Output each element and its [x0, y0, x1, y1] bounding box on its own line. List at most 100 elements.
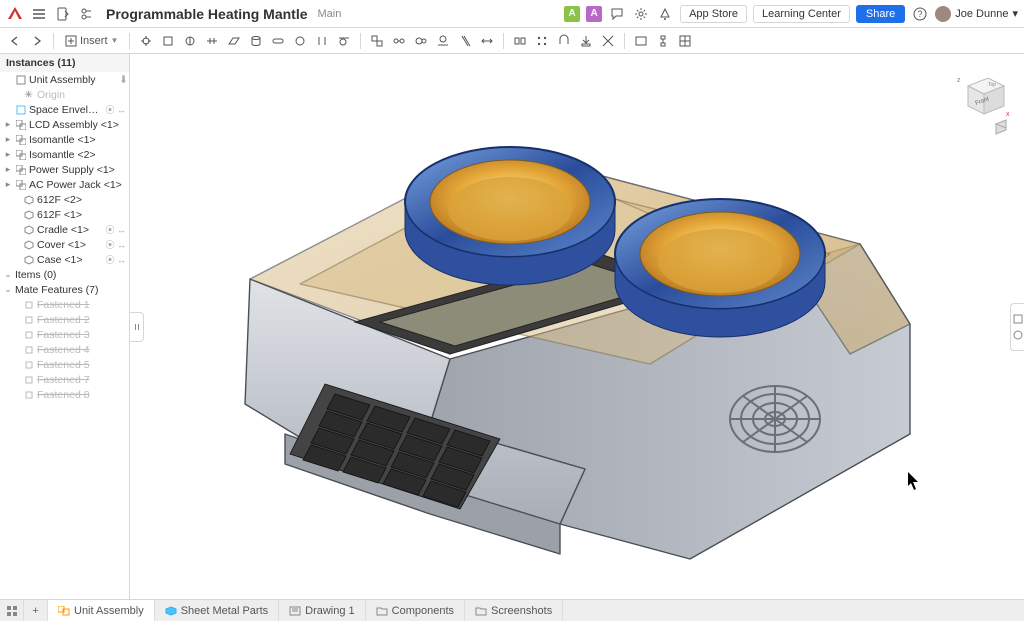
fastened-mate-icon	[23, 329, 34, 340]
snap-mode-icon[interactable]	[555, 32, 573, 50]
expand-icon[interactable]: ▸	[4, 134, 12, 145]
fastened-mate-icon[interactable]	[159, 32, 177, 50]
tree-item[interactable]: ▸LCD Assembly <1>	[0, 117, 129, 132]
mate-feature-item[interactable]: ▸Fastened 7	[0, 372, 129, 387]
fastened-mate-icon	[23, 299, 34, 310]
tree-origin[interactable]: ▸ ✳ Origin	[0, 87, 129, 102]
ball-mate-icon[interactable]	[291, 32, 309, 50]
tree-item[interactable]: ▸Power Supply <1>	[0, 162, 129, 177]
expand-icon[interactable]: ▸	[4, 164, 12, 175]
planar-mate-icon[interactable]	[225, 32, 243, 50]
parallel-mate-icon[interactable]	[313, 32, 331, 50]
expand-right-panel-button[interactable]	[1010, 303, 1024, 351]
app-logo-icon[interactable]	[6, 5, 24, 23]
cylindrical-mate-icon[interactable]	[247, 32, 265, 50]
tree-item[interactable]: ▸Isomantle <1>	[0, 132, 129, 147]
mate-features-header[interactable]: ⌄ Mate Features (7)	[0, 282, 129, 297]
mate-connector-icon[interactable]	[137, 32, 155, 50]
insert-icon	[65, 35, 77, 47]
tree-root[interactable]: ▸ Unit Assembly ⬇	[0, 72, 129, 87]
user-menu[interactable]: Joe Dunne ▾	[935, 6, 1018, 22]
presence-badge[interactable]: A	[564, 6, 580, 22]
insert-button[interactable]: Insert ▼	[61, 33, 122, 49]
replicate-icon[interactable]	[511, 32, 529, 50]
standard-content-icon[interactable]	[577, 32, 595, 50]
tree-item[interactable]: ▸Case <1>⦿ ↔	[0, 252, 129, 267]
expand-icon[interactable]: ▸	[4, 149, 12, 160]
comments-icon[interactable]	[608, 5, 626, 23]
mate-feature-item[interactable]: ▸Fastened 8	[0, 387, 129, 402]
tree-item[interactable]: ▸Cover <1>⦿ ↔	[0, 237, 129, 252]
add-tab-button[interactable]: +	[24, 600, 48, 621]
sketch-icon	[15, 104, 26, 115]
relation-icon[interactable]	[390, 32, 408, 50]
display-states-icon[interactable]	[676, 32, 694, 50]
expand-icon[interactable]: ▸	[4, 119, 12, 130]
gear-relation-icon[interactable]	[412, 32, 430, 50]
tree-item[interactable]: ▸Space Envelo...⦿ ↔	[0, 102, 129, 117]
pin-slot-mate-icon[interactable]	[269, 32, 287, 50]
learning-center-button[interactable]: Learning Center	[753, 5, 850, 23]
mate-feature-item[interactable]: ▸Fastened 4	[0, 342, 129, 357]
share-button[interactable]: Share	[856, 5, 905, 23]
expand-icon[interactable]: ▸	[4, 179, 12, 190]
tangent-mate-icon[interactable]	[335, 32, 353, 50]
tab-label: Drawing 1	[305, 605, 355, 617]
fastened-mate-icon	[23, 314, 34, 325]
mate-label: Fastened 7	[37, 374, 129, 386]
hamburger-icon[interactable]	[30, 5, 48, 23]
versions-icon[interactable]	[78, 5, 96, 23]
tree-item[interactable]: ▸AC Power Jack <1>	[0, 177, 129, 192]
expand-icon[interactable]: ⌄	[4, 284, 12, 295]
expand-icon[interactable]: ⌄	[4, 269, 12, 280]
document-tab[interactable]: Drawing 1	[279, 600, 366, 621]
tree-item[interactable]: ▸612F <2>	[0, 192, 129, 207]
settings-gear-icon[interactable]	[632, 5, 650, 23]
app-store-button[interactable]: App Store	[680, 5, 747, 23]
slider-mate-icon[interactable]	[203, 32, 221, 50]
mate-feature-item[interactable]: ▸Fastened 5	[0, 357, 129, 372]
undo-icon[interactable]	[6, 32, 24, 50]
expand-left-panel-button[interactable]	[130, 312, 144, 342]
tab-manager-icon[interactable]	[0, 600, 24, 621]
folder-tab-icon	[376, 606, 388, 616]
screw-relation-icon[interactable]	[456, 32, 474, 50]
group-icon[interactable]	[368, 32, 386, 50]
tree-item[interactable]: ▸Cradle <1>⦿ ↔	[0, 222, 129, 237]
mate-label: Fastened 4	[37, 344, 129, 356]
exploded-view-icon[interactable]	[654, 32, 672, 50]
tree-item-label: Space Envelo...	[29, 104, 102, 116]
document-tab[interactable]: Unit Assembly	[48, 600, 155, 621]
mate-feature-item[interactable]: ▸Fastened 2	[0, 312, 129, 327]
document-tab[interactable]: Sheet Metal Parts	[155, 600, 279, 621]
pattern-icon[interactable]	[533, 32, 551, 50]
mate-feature-item[interactable]: ▸Fastened 3	[0, 327, 129, 342]
document-tab[interactable]: Components	[366, 600, 465, 621]
graphics-viewport[interactable]: Front Top z x	[130, 54, 1024, 599]
mate-feature-item[interactable]: ▸Fastened 1	[0, 297, 129, 312]
document-title[interactable]: Programmable Heating Mantle	[106, 6, 308, 22]
presence-badge[interactable]: A	[586, 6, 602, 22]
mate-indicator-icon: ⦿ ↔	[105, 223, 126, 236]
fastened-mate-icon	[23, 389, 34, 400]
help-icon[interactable]: ?	[911, 5, 929, 23]
document-menu-icon[interactable]	[54, 5, 72, 23]
document-branch[interactable]: Main	[318, 8, 342, 20]
notifications-icon[interactable]	[656, 5, 674, 23]
download-icon[interactable]: ⬇	[118, 74, 129, 85]
redo-icon[interactable]	[28, 32, 46, 50]
feature-tree-panel: Instances (11) ▸ Unit Assembly ⬇ ▸ ✳ Ori…	[0, 54, 130, 599]
tree-item[interactable]: ▸Isomantle <2>	[0, 147, 129, 162]
show-mates-icon[interactable]	[599, 32, 617, 50]
document-tab[interactable]: Screenshots	[465, 600, 563, 621]
mate-label: Fastened 8	[37, 389, 129, 401]
rack-pinion-icon[interactable]	[434, 32, 452, 50]
revolute-mate-icon[interactable]	[181, 32, 199, 50]
items-header[interactable]: ⌄ Items (0)	[0, 267, 129, 282]
tree-item[interactable]: ▸612F <1>	[0, 207, 129, 222]
instances-header[interactable]: Instances (11)	[0, 54, 129, 72]
linear-relation-icon[interactable]	[478, 32, 496, 50]
named-views-icon[interactable]	[632, 32, 650, 50]
part-icon	[23, 224, 34, 235]
view-cube[interactable]: Front Top z x	[956, 66, 1010, 136]
